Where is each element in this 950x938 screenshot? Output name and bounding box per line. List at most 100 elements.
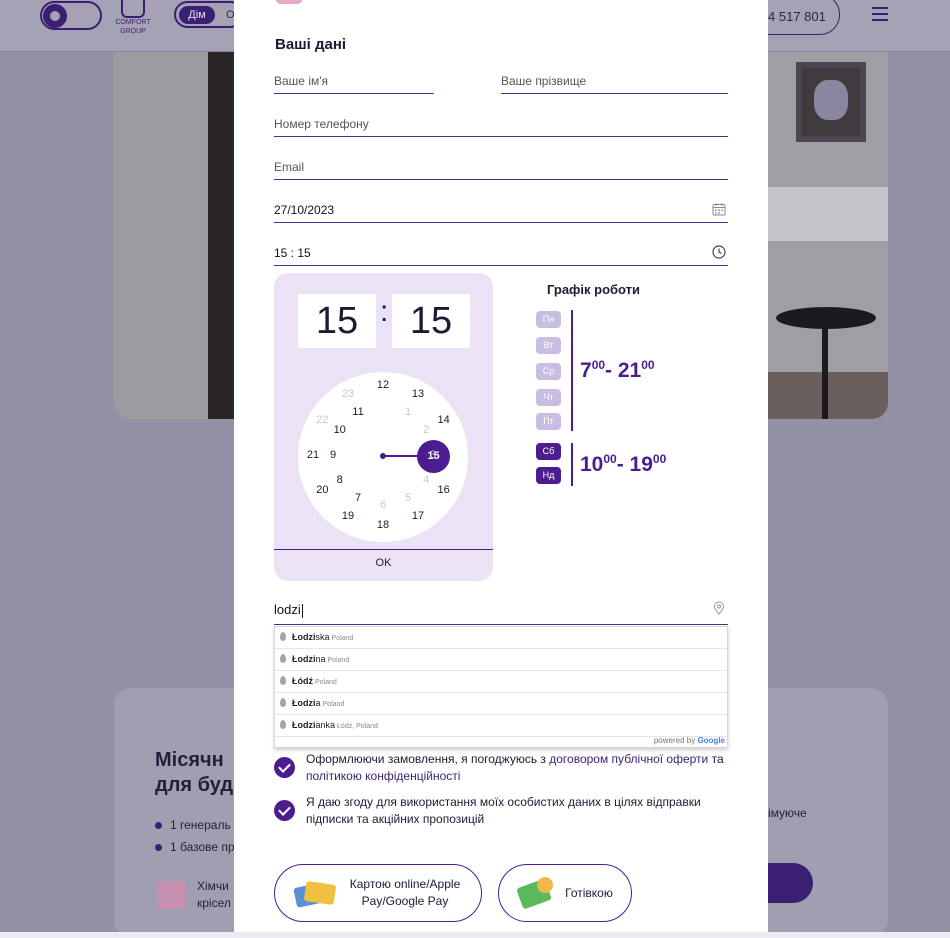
hamburger-menu-icon[interactable] [872, 7, 888, 21]
page-bottom-strip [0, 932, 950, 938]
place-pin-icon [280, 632, 286, 641]
offer-link[interactable]: договором публічної оферти [549, 752, 708, 766]
clock-number[interactable]: 6 [373, 499, 393, 511]
comfort-group-logo[interactable]: COMFORT GROUP [113, 0, 153, 40]
ok-button[interactable]: OK [274, 557, 493, 569]
first-name-placeholder: Ваше ім'я [274, 74, 329, 88]
suggestion-item[interactable]: Łódź Poland [275, 671, 727, 693]
theme-toggle[interactable] [40, 1, 102, 30]
location-pin-icon [713, 601, 725, 615]
time-colon: : [380, 295, 389, 328]
time-value: 15 : 15 [274, 246, 311, 260]
pay-cash-button[interactable]: Готівкою [498, 864, 632, 922]
clock-number[interactable]: 19 [338, 510, 358, 522]
time-picker: 15 : 15 15 12 13 14 16 17 18 19 20 21 22 23 1 2 3 4 5 6 7… [274, 273, 493, 581]
day-saturday: Сб [536, 443, 561, 460]
place-pin-icon [280, 720, 286, 729]
clock-number[interactable]: 10 [330, 424, 350, 436]
phone-field[interactable]: Номер телефону [274, 111, 728, 137]
suggestion-item[interactable]: Łodziska Poland [275, 627, 727, 649]
clock-hand [383, 455, 420, 457]
email-placeholder: Email [274, 160, 305, 174]
clock-number[interactable]: 21 [303, 449, 323, 461]
calendar-icon[interactable] [712, 202, 726, 216]
package-right-text: імуюче [768, 806, 807, 820]
clock-number[interactable]: 5 [398, 492, 418, 504]
place-pin-icon [280, 676, 286, 685]
day-sunday: Нд [536, 467, 561, 484]
date-field[interactable]: 27/10/2023 [274, 197, 728, 223]
package-bullet: 1 генераль [155, 818, 235, 832]
powered-by-google: powered by Google [653, 736, 725, 745]
clock-number[interactable]: 9 [323, 449, 343, 461]
clock-number[interactable]: 7 [348, 492, 368, 504]
clock-number[interactable]: 17 [408, 510, 428, 522]
last-name-field[interactable]: Ваше прізвище [501, 68, 728, 94]
clock-number[interactable]: 4 [416, 474, 436, 486]
logo-mark [121, 0, 145, 18]
day-thursday: Чт [536, 389, 561, 406]
clock-center-dot [380, 453, 386, 459]
clock-icon[interactable] [712, 245, 726, 259]
marketing-consent-checkbox[interactable] [274, 800, 295, 821]
gift-icon [157, 881, 185, 909]
clock-number[interactable]: 16 [434, 484, 454, 496]
weekend-divider [571, 443, 573, 486]
offer-consent-text: Оформлюючи замовлення, я погоджуюсь з до… [306, 752, 724, 783]
modal-top-cutoff [274, 0, 574, 4]
clock-number[interactable]: 11 [348, 406, 368, 418]
weekday-hours: 700- 2100 [580, 358, 655, 382]
privacy-link[interactable]: політикою конфіденційності [306, 769, 460, 783]
clock-number[interactable]: 1 [398, 406, 418, 418]
email-field[interactable]: Email [274, 154, 728, 180]
place-pin-icon [280, 698, 286, 707]
package-title: Місячн для буд [155, 749, 234, 796]
first-name-field[interactable]: Ваше ім'я [274, 68, 434, 94]
day-monday: Пн [536, 311, 561, 328]
suggestion-item[interactable]: Łodzianka Łódź, Poland [275, 715, 727, 737]
suggestion-item[interactable]: Łodzina Poland [275, 649, 727, 671]
pay-card-label: Картою online/Apple Pay/Google Pay [349, 877, 461, 908]
pay-cash-label: Готівкою [565, 886, 613, 900]
order-modal: Ваші дані Ваше ім'я Ваше прізвище Номер … [234, 0, 768, 932]
address-input[interactable]: lodzi [274, 598, 728, 625]
logo-text: COMFORT GROUP [115, 19, 151, 35]
hours-display[interactable]: 15 [298, 294, 376, 348]
clock-number[interactable]: 2 [416, 424, 436, 436]
date-value: 27/10/2023 [274, 203, 335, 217]
schedule-title: Графік роботи [547, 282, 641, 297]
minutes-display[interactable]: 15 [392, 294, 470, 348]
day-friday: Пт [536, 413, 561, 430]
weekend-hours: 1000- 1900 [580, 452, 667, 476]
cash-icon [519, 877, 557, 911]
clock-number[interactable]: 12 [373, 379, 393, 391]
package-bullet: 1 базове пр [155, 840, 235, 854]
clock-number[interactable]: 13 [408, 388, 428, 400]
address-value: lodzi [274, 602, 301, 617]
last-name-placeholder: Ваше прізвище [501, 74, 587, 88]
marketing-consent-text: Я даю згоду для використання моїх особис… [306, 795, 701, 826]
phone-number: 4 517 801 [768, 9, 826, 24]
weekday-divider [571, 310, 573, 431]
wall-art-image [796, 62, 866, 142]
segment-home[interactable]: Дім [179, 6, 215, 24]
credit-card-icon [295, 879, 335, 909]
pay-card-button[interactable]: Картою online/Apple Pay/Google Pay [274, 864, 482, 922]
suggestion-item[interactable]: Łodzia Poland [275, 693, 727, 715]
clock-number[interactable]: 3 [423, 449, 443, 461]
clock-number[interactable]: 18 [373, 519, 393, 531]
day-wednesday: Ср [536, 363, 561, 380]
text-caret [301, 603, 303, 618]
address-suggestions: Łodziska Poland Łodzina Poland Łódź Poland … [274, 626, 728, 748]
picker-divider [274, 549, 493, 550]
time-field[interactable]: 15 : 15 [274, 240, 728, 266]
phone-placeholder: Номер телефону [274, 117, 369, 131]
day-tuesday: Вт [536, 337, 561, 354]
offer-consent-checkbox[interactable] [274, 757, 295, 778]
clock-number[interactable]: 14 [434, 414, 454, 426]
package-extra-text: Хімчи крісел [197, 879, 231, 910]
clock-number[interactable]: 8 [330, 474, 350, 486]
section-title: Ваші дані [275, 36, 347, 53]
clock-number[interactable]: 23 [338, 388, 358, 400]
place-pin-icon [280, 654, 286, 663]
